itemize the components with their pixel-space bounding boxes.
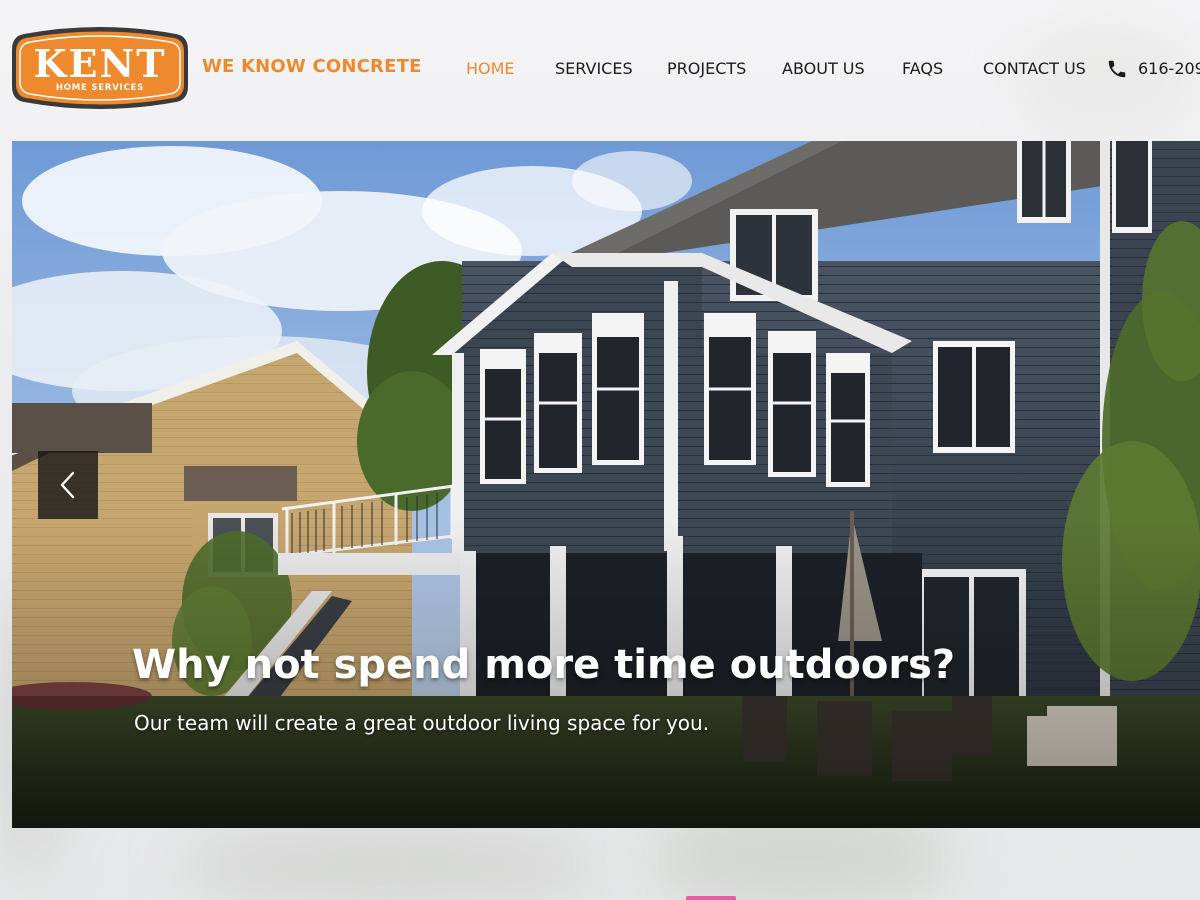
site-header: KENT HOME SERVICES WE KNOW CONCRETE HOME… (0, 0, 1200, 140)
kent-logo[interactable]: KENT HOME SERVICES (10, 24, 190, 112)
tagline: WE KNOW CONCRETE (202, 56, 422, 77)
phone-icon (1106, 58, 1128, 80)
logo-subtext: HOME SERVICES (56, 83, 144, 93)
nav-item-about-us[interactable]: ABOUT US (782, 58, 865, 80)
nav-item-home[interactable]: HOME (466, 58, 515, 80)
hero-subheading: Our team will create a great outdoor liv… (134, 711, 710, 735)
background-blur (180, 820, 600, 900)
nav-item-contact-us[interactable]: CONTACT US (983, 58, 1086, 80)
nav-item-services[interactable]: SERVICES (555, 58, 633, 80)
hero-slider: Why not spend more time outdoors? Our te… (12, 141, 1200, 828)
bottom-accent-bar (686, 896, 736, 900)
slider-prev-button[interactable] (38, 451, 98, 519)
hero-heading: Why not spend more time outdoors? (132, 642, 956, 688)
nav-item-projects[interactable]: PROJECTS (667, 58, 746, 80)
phone-link[interactable]: 616-209- (1106, 58, 1200, 82)
phone-number: 616-209- (1138, 59, 1200, 78)
logo-text: KENT (33, 41, 166, 86)
nav-item-faqs[interactable]: FAQS (902, 58, 943, 80)
